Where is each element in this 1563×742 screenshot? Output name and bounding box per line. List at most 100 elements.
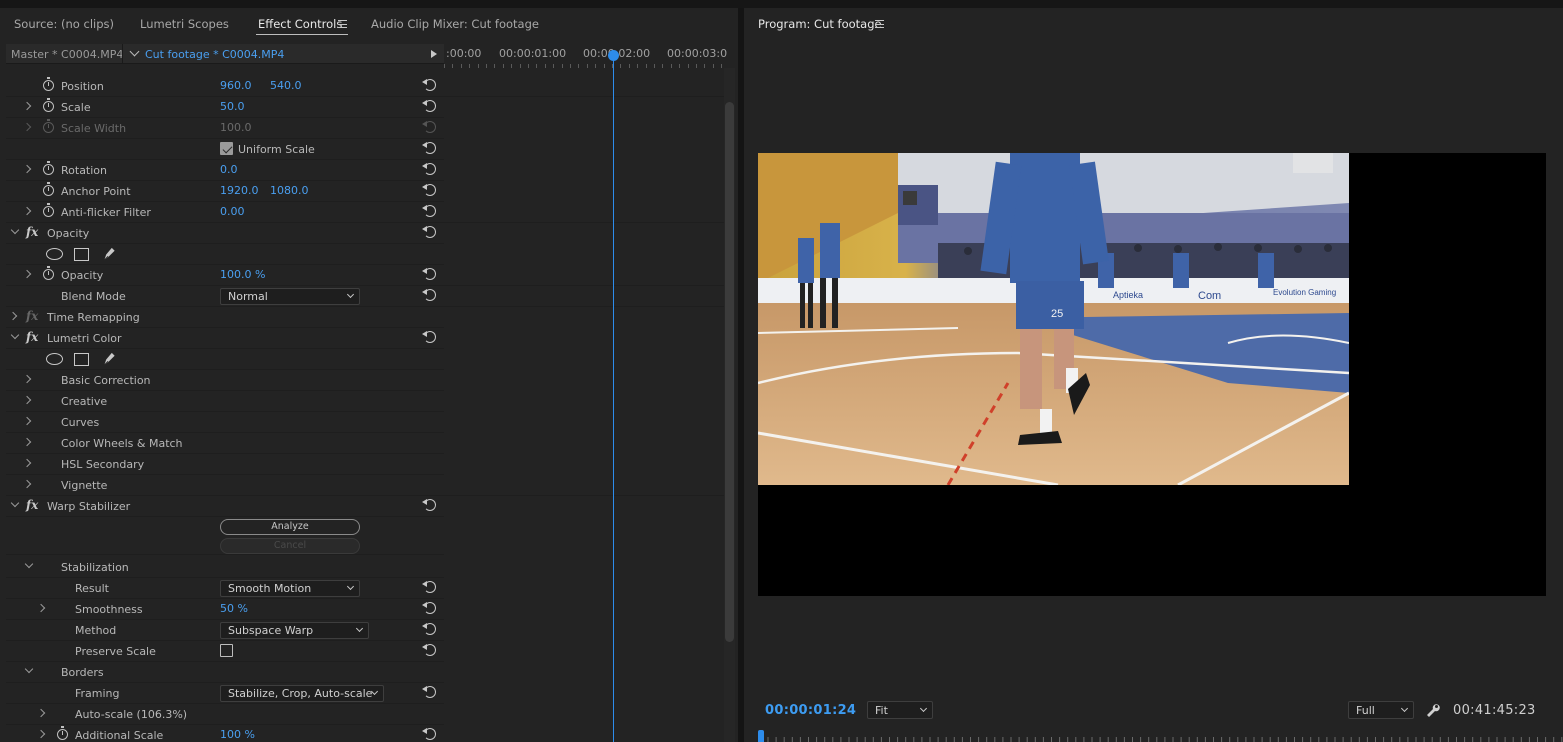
smoothness-value[interactable]: 50 % bbox=[220, 602, 248, 615]
tab-lumetri-scopes[interactable]: Lumetri Scopes bbox=[140, 17, 229, 31]
tab-program[interactable]: Program: Cut footage bbox=[758, 17, 882, 31]
fx-icon[interactable]: fx bbox=[26, 225, 38, 239]
reset-icon[interactable] bbox=[422, 581, 436, 593]
stopwatch-icon[interactable] bbox=[43, 203, 54, 217]
position-x-value[interactable]: 960.0 bbox=[220, 79, 252, 92]
chevron-right-icon[interactable] bbox=[22, 206, 32, 216]
select-value: Normal bbox=[228, 290, 268, 303]
chevron-right-icon[interactable] bbox=[22, 416, 32, 426]
zoom-fit-select[interactable]: Fit bbox=[867, 701, 933, 719]
reset-icon[interactable] bbox=[422, 289, 436, 301]
stopwatch-icon[interactable] bbox=[43, 182, 54, 196]
chevron-down-icon[interactable] bbox=[24, 559, 34, 569]
method-select[interactable]: Subspace Warp bbox=[220, 622, 369, 639]
reset-icon[interactable] bbox=[422, 644, 436, 656]
fx-icon[interactable]: fx bbox=[26, 498, 38, 512]
chevron-down-icon[interactable] bbox=[10, 225, 20, 235]
position-y-value[interactable]: 540.0 bbox=[270, 79, 302, 92]
reset-icon[interactable] bbox=[422, 686, 436, 698]
master-clip-label[interactable]: Master * C0004.MP4 bbox=[11, 48, 123, 61]
opacity-value[interactable]: 100.0 % bbox=[220, 268, 265, 281]
chevron-right-icon[interactable] bbox=[36, 603, 46, 613]
wrench-icon[interactable] bbox=[1426, 703, 1440, 717]
chevron-right-icon[interactable] bbox=[22, 164, 32, 174]
stopwatch-icon[interactable] bbox=[43, 266, 54, 280]
stopwatch-icon[interactable] bbox=[43, 98, 54, 112]
anchor-y-value[interactable]: 1080.0 bbox=[270, 184, 309, 197]
reset-icon[interactable] bbox=[422, 163, 436, 175]
reset-icon[interactable] bbox=[422, 728, 436, 740]
ellipse-mask-icon[interactable] bbox=[46, 248, 63, 260]
sequence-clip-label[interactable]: Cut footage * C0004.MP4 bbox=[145, 48, 284, 61]
anti-flicker-value[interactable]: 0.00 bbox=[220, 205, 245, 218]
chevron-right-icon[interactable] bbox=[22, 479, 32, 489]
pen-mask-icon[interactable] bbox=[102, 351, 116, 366]
chevron-right-icon[interactable] bbox=[22, 374, 32, 384]
framing-select[interactable]: Stabilize, Crop, Auto-scale bbox=[220, 685, 384, 702]
chevron-right-icon[interactable] bbox=[22, 395, 32, 405]
property-label: Method bbox=[75, 624, 117, 637]
chevron-right-icon[interactable] bbox=[8, 311, 18, 321]
stopwatch-icon[interactable] bbox=[57, 726, 68, 740]
reset-icon[interactable] bbox=[422, 142, 436, 154]
row-color-wheels: Color Wheels & Match bbox=[6, 433, 444, 454]
tab-effect-controls[interactable]: Effect Controls bbox=[258, 17, 342, 31]
playhead-line[interactable] bbox=[613, 60, 614, 742]
reset-icon[interactable] bbox=[422, 268, 436, 280]
row-scale-width: Scale Width 100.0 bbox=[6, 118, 444, 139]
property-label: Additional Scale bbox=[75, 729, 164, 742]
chevron-down-icon[interactable] bbox=[10, 498, 20, 508]
timeline-ruler[interactable]: :00:00 00:00:01:00 00:00:02:00 00:00:03:… bbox=[444, 44, 727, 68]
reset-icon[interactable] bbox=[422, 79, 436, 91]
ellipse-mask-icon[interactable] bbox=[46, 353, 63, 365]
chevron-down-icon[interactable] bbox=[10, 330, 20, 340]
chevron-right-icon[interactable] bbox=[22, 437, 32, 447]
tab-source[interactable]: Source: (no clips) bbox=[14, 17, 114, 31]
stopwatch-icon[interactable] bbox=[43, 161, 54, 175]
ad-board-text: Aptieka bbox=[1113, 290, 1143, 300]
reset-icon bbox=[422, 121, 436, 133]
panel-menu-icon[interactable] bbox=[875, 20, 884, 28]
stopwatch-icon[interactable] bbox=[43, 77, 54, 91]
reset-icon[interactable] bbox=[422, 602, 436, 614]
program-time-ruler[interactable] bbox=[760, 732, 1563, 742]
chevron-right-icon[interactable] bbox=[36, 729, 46, 739]
blend-mode-select[interactable]: Normal bbox=[220, 288, 360, 305]
chevron-right-icon[interactable] bbox=[36, 708, 46, 718]
program-playhead[interactable] bbox=[758, 730, 764, 742]
program-timecode[interactable]: 00:00:01:24 bbox=[765, 703, 856, 718]
reset-icon[interactable] bbox=[422, 100, 436, 112]
reset-icon[interactable] bbox=[422, 499, 436, 511]
chevron-down-icon[interactable] bbox=[129, 46, 140, 57]
pen-mask-icon[interactable] bbox=[102, 246, 116, 261]
uniform-scale-checkbox[interactable] bbox=[220, 142, 233, 155]
reset-icon[interactable] bbox=[422, 623, 436, 635]
panel-menu-icon[interactable] bbox=[338, 20, 347, 28]
reset-icon[interactable] bbox=[422, 331, 436, 343]
result-select[interactable]: Smooth Motion bbox=[220, 580, 360, 597]
chevron-right-icon[interactable] bbox=[22, 269, 32, 279]
additional-scale-value[interactable]: 100 % bbox=[220, 728, 255, 741]
keyframe-area[interactable] bbox=[444, 68, 724, 742]
rectangle-mask-icon[interactable] bbox=[74, 353, 89, 366]
playback-resolution-select[interactable]: Full bbox=[1348, 701, 1414, 719]
chevron-right-icon[interactable] bbox=[22, 101, 32, 111]
row-time-remapping: fx Time Remapping bbox=[6, 307, 444, 328]
play-only-audio-icon[interactable] bbox=[431, 50, 437, 58]
row-scale: Scale 50.0 bbox=[6, 97, 444, 118]
section-label: Color Wheels & Match bbox=[61, 437, 183, 450]
rotation-value[interactable]: 0.0 bbox=[220, 163, 238, 176]
chevron-right-icon[interactable] bbox=[22, 458, 32, 468]
reset-icon[interactable] bbox=[422, 184, 436, 196]
reset-icon[interactable] bbox=[422, 226, 436, 238]
scale-value[interactable]: 50.0 bbox=[220, 100, 245, 113]
reset-icon[interactable] bbox=[422, 205, 436, 217]
chevron-down-icon[interactable] bbox=[24, 664, 34, 674]
fx-icon[interactable]: fx bbox=[26, 330, 38, 344]
anchor-x-value[interactable]: 1920.0 bbox=[220, 184, 259, 197]
tab-audio-clip-mixer[interactable]: Audio Clip Mixer: Cut footage bbox=[371, 17, 539, 31]
analyze-button[interactable]: Analyze bbox=[220, 519, 360, 535]
scrollbar-thumb[interactable] bbox=[725, 102, 734, 642]
preserve-scale-checkbox[interactable] bbox=[220, 644, 233, 657]
rectangle-mask-icon[interactable] bbox=[74, 248, 89, 261]
